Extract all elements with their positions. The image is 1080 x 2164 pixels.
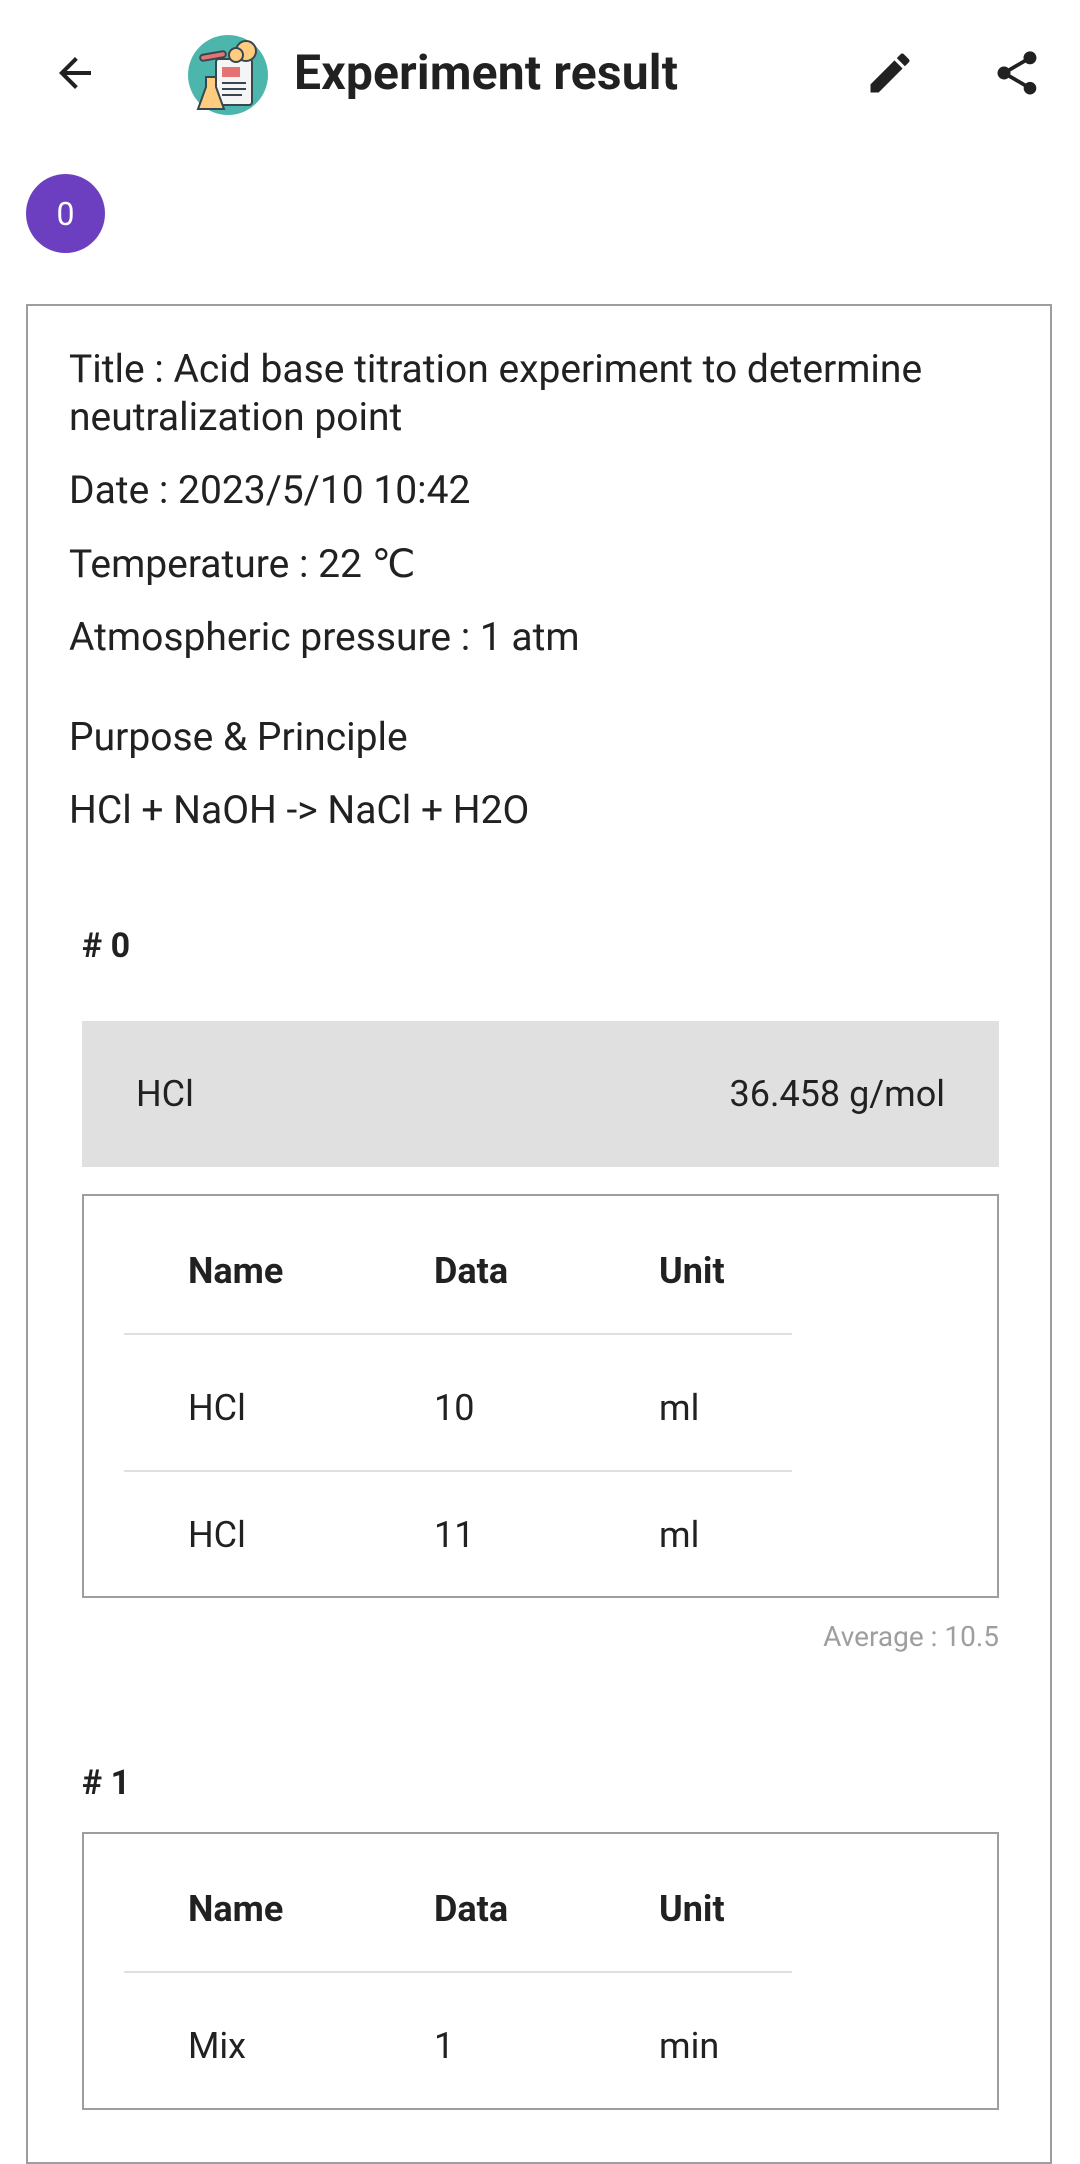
experiment-temperature: Temperature : 22 ℃ xyxy=(69,541,416,587)
arrow-back-icon[interactable] xyxy=(40,38,110,108)
experiment-date: Date : 2023/5/10 10:42 xyxy=(69,467,471,513)
experiment-title: Title : Acid base titration experiment t… xyxy=(69,346,923,440)
column-header-unit: Unit xyxy=(659,1249,725,1292)
average-value: Average : 10.5 xyxy=(823,1620,999,1653)
cell-data: 10 xyxy=(434,1386,475,1429)
cell-unit: ml xyxy=(659,1513,700,1556)
cell-data: 1 xyxy=(434,2024,455,2067)
cell-name: HCl xyxy=(188,1386,246,1429)
pencil-edit-icon[interactable] xyxy=(855,38,925,108)
cell-name: Mix xyxy=(188,2024,247,2067)
column-header-unit: Unit xyxy=(659,1887,725,1930)
column-header-name: Name xyxy=(188,1887,284,1930)
compound-row[interactable]: HCl 36.458 g/mol xyxy=(82,1021,999,1167)
cell-name: HCl xyxy=(188,1513,246,1556)
app-bar: Experiment result xyxy=(0,0,1080,150)
table-header-row: Name Data Unit xyxy=(124,1208,792,1335)
compound-molar-mass: 36.458 g/mol xyxy=(729,1073,945,1115)
column-header-data: Data xyxy=(434,1249,509,1292)
lab-experiment-logo-icon xyxy=(186,33,270,117)
compound-name: HCl xyxy=(136,1073,194,1115)
cell-unit: ml xyxy=(659,1386,700,1429)
table-row[interactable]: Mix 1 min xyxy=(124,1983,792,2108)
table-header-row: Name Data Unit xyxy=(124,1846,792,1973)
table-row[interactable]: HCl 11 ml xyxy=(124,1472,792,1597)
section-heading: # 0 xyxy=(82,926,131,966)
cell-unit: min xyxy=(659,2024,720,2067)
cell-data: 11 xyxy=(434,1513,475,1556)
experiment-index-badge[interactable]: 0 xyxy=(26,174,105,253)
purpose-body: HCl + NaOH -> NaCl + H2O xyxy=(69,787,530,833)
share-icon[interactable] xyxy=(982,38,1052,108)
column-header-data: Data xyxy=(434,1887,509,1930)
section-heading: # 1 xyxy=(82,1763,131,1803)
table-row[interactable]: HCl 10 ml xyxy=(124,1345,792,1472)
purpose-heading: Purpose & Principle xyxy=(69,714,408,760)
column-header-name: Name xyxy=(188,1249,284,1292)
experiment-pressure: Atmospheric pressure : 1 atm xyxy=(69,614,580,660)
page-title: Experiment result xyxy=(294,44,679,101)
